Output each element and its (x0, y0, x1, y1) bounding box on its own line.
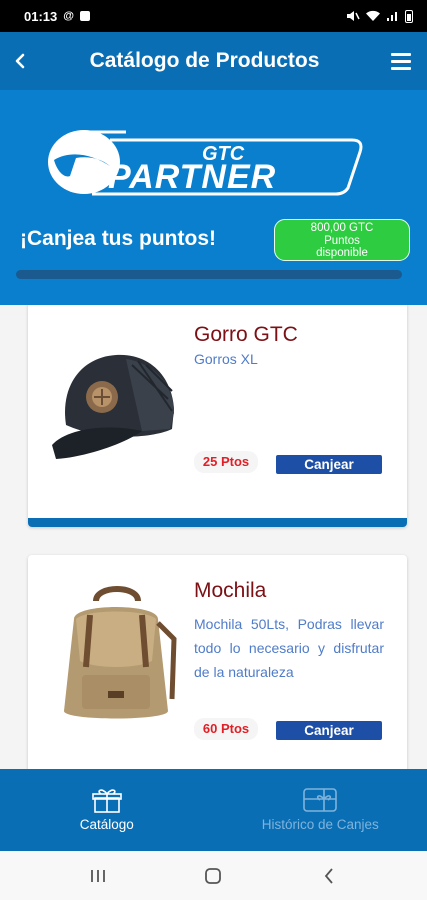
battery-icon (405, 9, 413, 23)
wifi-icon (366, 10, 380, 21)
points-label: Puntos (324, 234, 360, 247)
home-button[interactable] (198, 861, 228, 891)
gift-icon (91, 789, 122, 813)
signal-icon (387, 12, 397, 21)
backpack-image (64, 586, 177, 719)
system-nav-bar (0, 851, 427, 900)
mute-icon (347, 11, 360, 21)
gift-card-icon (303, 788, 338, 812)
chevron-left-icon (15, 53, 25, 69)
home-icon (205, 867, 222, 884)
svg-text:PARTNER: PARTNER (108, 158, 276, 196)
back-button[interactable] (0, 32, 40, 90)
points-badge: 800,00 GTC Puntos disponible (274, 219, 410, 261)
redeem-button[interactable]: Canjear (276, 721, 382, 740)
product-description: Mochila 50Lts, Podras llevar todo lo nec… (194, 616, 384, 680)
points-progress-bar (16, 270, 402, 279)
points-amount: 800,00 GTC (310, 222, 374, 234)
product-card[interactable]: Mochila Mochila 50Lts, Podras llevar tod… (28, 555, 407, 769)
nav-label-catalog: Catálogo (79, 817, 134, 832)
gtc-partner-logo: GTC PARTNER (48, 130, 363, 196)
screen: 01:13 @ Catálogo de Productos GTC PARTNE… (0, 0, 427, 900)
system-back-button[interactable] (314, 861, 344, 891)
at-icon: @ (63, 9, 74, 22)
nav-item-catalog[interactable]: Catálogo (0, 769, 214, 851)
notification-icon (79, 11, 90, 21)
points-available-label: disponible (316, 247, 368, 259)
menu-button[interactable] (375, 32, 427, 90)
product-description: Gorros XL (194, 351, 258, 367)
page-title: Catálogo de Productos (89, 49, 320, 72)
cap-image (52, 354, 174, 459)
product-card[interactable]: Gorro GTC Gorros XL 25 Ptos Canjear (28, 305, 407, 527)
menu-icon-bar (391, 59, 411, 63)
recent-apps-icon (90, 869, 105, 882)
redeem-button[interactable]: Canjear (276, 455, 382, 474)
product-points: 60 Ptos (194, 718, 258, 740)
menu-icon-bar (391, 52, 411, 56)
header-banner: GTC PARTNER ¡Canjea tus puntos! 800,00 G… (0, 90, 427, 305)
product-name: Gorro GTC (194, 323, 298, 346)
bottom-nav: Catálogo Histórico de Canjes (0, 769, 427, 851)
card-divider (28, 518, 407, 527)
status-bar: 01:13 @ (0, 0, 427, 32)
recent-apps-button[interactable] (83, 861, 113, 891)
redeem-title: ¡Canjea tus puntos! (20, 227, 217, 250)
app-bar: Catálogo de Productos (0, 32, 427, 90)
status-time: 01:13 (24, 8, 58, 24)
product-points: 25 Ptos (194, 451, 258, 473)
product-name: Mochila (194, 579, 267, 602)
nav-label-history: Histórico de Canjes (261, 817, 379, 832)
menu-icon-bar (391, 66, 411, 70)
nav-item-history[interactable]: Histórico de Canjes (214, 769, 427, 851)
chevron-left-icon (324, 867, 333, 884)
product-list[interactable]: Gorro GTC Gorros XL 25 Ptos Canjear Moch… (0, 305, 427, 769)
